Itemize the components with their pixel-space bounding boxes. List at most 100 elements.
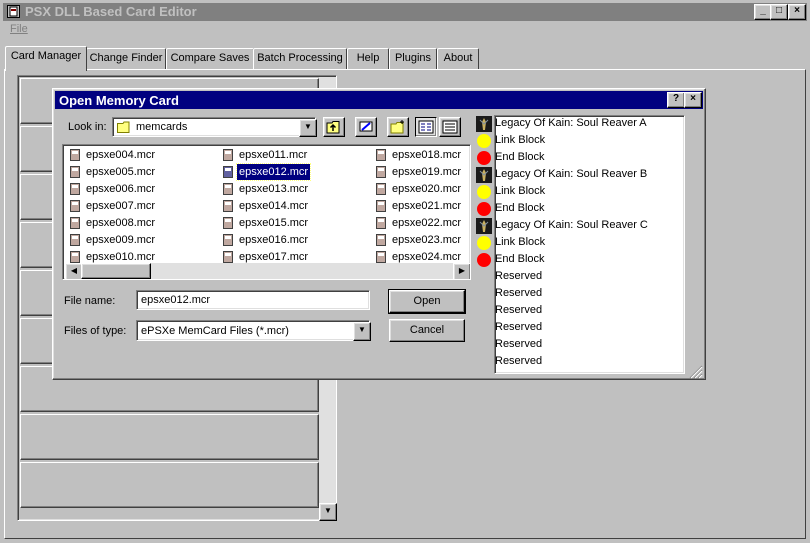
file-name: epsxe019.mcr xyxy=(392,166,462,178)
memory-card-file-icon xyxy=(69,217,81,229)
maximize-button[interactable]: □ xyxy=(770,4,788,20)
red-dot-icon xyxy=(476,150,492,166)
file-name: epsxe022.mcr xyxy=(392,217,462,229)
close-button[interactable]: × xyxy=(788,4,806,20)
tab-plugins[interactable]: Plugins xyxy=(389,48,437,69)
block-item[interactable]: Reserved xyxy=(476,302,682,319)
memory-card-file-icon xyxy=(375,183,387,195)
block-item[interactable]: Legacy Of Kain: Soul Reaver A xyxy=(476,115,682,132)
files-of-type-dropdown[interactable]: ePSXe MemCard Files (*.mcr) ▼ xyxy=(136,320,371,341)
details-view-button[interactable] xyxy=(439,117,461,137)
look-in-dropdown-arrow[interactable]: ▼ xyxy=(299,119,317,137)
block-label: Reserved xyxy=(495,287,543,299)
tab-card-manager[interactable]: Card Manager xyxy=(5,46,87,71)
block-item[interactable]: Reserved xyxy=(476,336,682,353)
up-one-level-button[interactable] xyxy=(323,117,345,137)
card-slot[interactable] xyxy=(20,414,319,460)
red-dot-icon xyxy=(476,201,492,217)
tab-batch-processing[interactable]: Batch Processing xyxy=(253,48,347,69)
block-label: Legacy Of Kain: Soul Reaver C xyxy=(495,219,648,231)
file-name: epsxe023.mcr xyxy=(392,234,462,246)
file-name-value: epsxe012.mcr xyxy=(141,294,211,306)
memory-card-file-icon xyxy=(69,149,81,161)
memory-card-file-icon xyxy=(375,251,387,263)
block-item[interactable]: Link Block xyxy=(476,183,682,200)
block-label: Legacy Of Kain: Soul Reaver A xyxy=(495,117,647,129)
go-to-desktop-button[interactable] xyxy=(355,117,377,137)
block-item[interactable]: Reserved xyxy=(476,353,682,370)
files-of-type-dropdown-arrow[interactable]: ▼ xyxy=(353,322,371,341)
cancel-button[interactable]: Cancel xyxy=(389,319,465,342)
block-item[interactable]: Reserved xyxy=(476,285,682,302)
list-view-button[interactable] xyxy=(415,117,437,137)
game-icon xyxy=(476,167,492,183)
block-item[interactable]: Link Block xyxy=(476,234,682,251)
file-name: epsxe021.mcr xyxy=(392,200,462,212)
resize-grip[interactable] xyxy=(689,365,703,379)
look-in-label: Look in: xyxy=(68,121,107,133)
memory-card-file-icon xyxy=(222,200,234,212)
block-label: End Block xyxy=(495,151,545,163)
file-name: epsxe007.mcr xyxy=(86,200,156,212)
block-label: Reserved xyxy=(495,355,543,367)
block-item[interactable]: Reserved xyxy=(476,268,682,285)
block-item[interactable]: Link Block xyxy=(476,132,682,149)
up-folder-icon xyxy=(326,121,340,134)
tab-compare-saves[interactable]: Compare Saves xyxy=(166,48,254,69)
red-dot-icon xyxy=(476,252,492,268)
block-label: Reserved xyxy=(495,270,543,282)
block-label: Link Block xyxy=(495,236,546,248)
file-name-label: File name: xyxy=(64,295,116,307)
menu-file[interactable]: File xyxy=(10,23,28,35)
block-item[interactable]: End Block xyxy=(476,200,682,217)
memory-card-file-icon xyxy=(375,234,387,246)
block-label: Legacy Of Kain: Soul Reaver B xyxy=(495,168,648,180)
look-in-dropdown[interactable]: memcards ▼ xyxy=(112,117,317,137)
tab-help[interactable]: Help xyxy=(347,48,389,69)
block-label: End Block xyxy=(495,253,545,265)
dialog-title: Open Memory Card xyxy=(59,93,179,108)
tab-about[interactable]: About xyxy=(437,48,479,69)
app-icon[interactable] xyxy=(7,5,20,18)
file-name-input[interactable]: epsxe012.mcr xyxy=(136,290,370,310)
file-list[interactable]: epsxe004.mcr epsxe005.mcr epsxe006.mcr epsx… xyxy=(62,144,471,280)
block-item[interactable]: End Block xyxy=(476,149,682,166)
help-button[interactable]: ? xyxy=(667,92,685,108)
card-slot[interactable] xyxy=(20,462,319,508)
file-list-hscrollbar[interactable]: ◀ ▶ xyxy=(65,263,470,279)
block-item[interactable]: End Block xyxy=(476,251,682,268)
block-label: Link Block xyxy=(495,134,546,146)
dialog-title-bar[interactable]: Open Memory Card ? × xyxy=(55,91,703,109)
file-name: epsxe004.mcr xyxy=(86,149,156,161)
memory-card-file-icon xyxy=(222,217,234,229)
yellow-dot-icon xyxy=(476,184,492,200)
files-of-type-value: ePSXe MemCard Files (*.mcr) xyxy=(141,325,289,337)
file-name: epsxe015.mcr xyxy=(239,217,309,229)
block-label: Reserved xyxy=(495,338,543,350)
block-item[interactable]: Legacy Of Kain: Soul Reaver C xyxy=(476,217,682,234)
list-view-icon xyxy=(418,120,434,134)
open-button[interactable]: Open xyxy=(388,289,466,314)
memory-card-file-icon xyxy=(69,234,81,246)
folder-icon xyxy=(117,121,133,136)
file-name: epsxe012.mcr xyxy=(235,163,312,181)
memory-card-file-icon xyxy=(375,149,387,161)
create-new-folder-button[interactable] xyxy=(387,117,409,137)
memory-card-file-icon xyxy=(222,183,234,195)
memory-card-file-icon xyxy=(222,234,234,246)
scroll-right-button[interactable]: ▶ xyxy=(453,263,470,279)
file-name: epsxe008.mcr xyxy=(86,217,156,229)
memory-card-file-icon xyxy=(69,200,81,212)
yellow-dot-icon xyxy=(476,133,492,149)
file-name: epsxe011.mcr xyxy=(239,149,308,161)
tab-change-finder[interactable]: Change Finder xyxy=(86,48,166,69)
block-item[interactable]: Legacy Of Kain: Soul Reaver B xyxy=(476,166,682,183)
scroll-thumb[interactable] xyxy=(81,263,151,279)
main-title-bar[interactable]: PSX DLL Based Card Editor _ □ × xyxy=(3,3,807,21)
scroll-down-button[interactable]: ▼ xyxy=(319,503,337,521)
file-name: epsxe018.mcr xyxy=(392,149,462,161)
memory-card-file-icon xyxy=(69,183,81,195)
memory-card-file-icon xyxy=(375,217,387,229)
dialog-close-button[interactable]: × xyxy=(684,92,702,108)
block-item[interactable]: Reserved xyxy=(476,319,682,336)
